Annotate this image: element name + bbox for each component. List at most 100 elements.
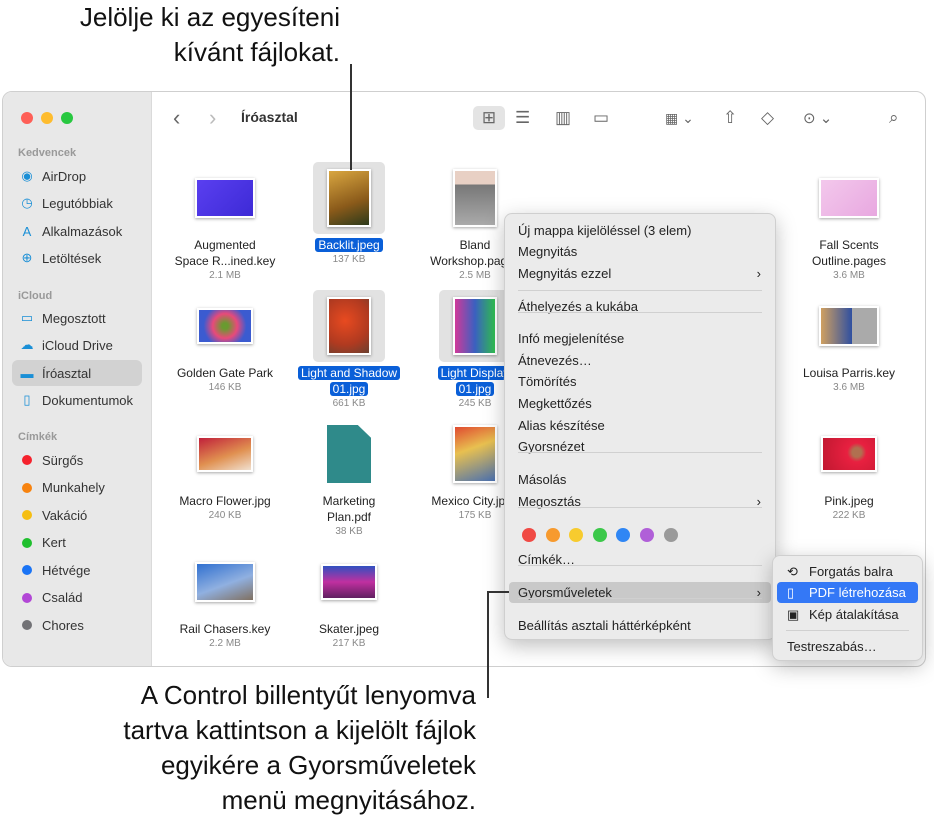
tag-color-button[interactable]	[640, 528, 654, 542]
context-menu-item[interactable]: Alias készítése	[509, 415, 771, 436]
menu-separator	[786, 630, 909, 631]
sidebar-item-downloads[interactable]: ⊕ Letöltések	[12, 245, 142, 271]
tag-color-dot-icon	[22, 592, 32, 603]
context-menu-item[interactable]: Infó megjelenítése	[509, 328, 771, 349]
file-item[interactable]: Marketing Plan.pdfMarketingPlan.pdf 38 K…	[289, 418, 409, 538]
sidebar-item-documents[interactable]: ▯ Dokumentumok	[12, 387, 142, 413]
quick-actions-submenu: ⟲ Forgatás balra ▯ PDF létrehozása ▣ Kép átal…	[772, 555, 923, 661]
tag-color-button[interactable]	[522, 528, 536, 542]
share-icon[interactable]: ⇧	[723, 106, 737, 130]
menu-item-label: Átnevezés…	[518, 353, 592, 368]
forward-icon[interactable]: ›	[209, 105, 216, 130]
callout-line	[487, 591, 509, 593]
minimize-button[interactable]	[41, 112, 53, 124]
context-menu-item[interactable]: Áthelyezés a kukába	[509, 296, 771, 317]
file-item[interactable]: Pink.jpegPink.jpeg 222 KB	[789, 418, 909, 538]
sidebar-tag-item[interactable]: Család	[12, 585, 142, 611]
sidebar-tag-item[interactable]: Munkahely	[12, 475, 142, 501]
sidebar-item-label: Chores	[42, 617, 84, 633]
menu-item-label: Másolás	[518, 472, 567, 487]
sidebar-tag-item[interactable]: Sürgős	[12, 447, 142, 473]
chevron-right-icon: ›	[756, 585, 761, 600]
file-name: Light and Shadow 01.jpgLight and Shadow0…	[289, 365, 409, 397]
sidebar-item-label: Íróasztal	[42, 365, 92, 381]
tag-color-dot-icon	[22, 455, 32, 465]
gallery-view-icon[interactable]: ▭	[593, 106, 609, 130]
file-item[interactable]: Skater.jpegSkater.jpeg 217 KB	[289, 546, 409, 666]
file-name: Louisa Parris.keyLouisa Parris.key	[802, 366, 896, 380]
file-item[interactable]: Macro Flower.jpgMacro Flower.jpg 240 KB	[165, 418, 285, 538]
window-title: Íróasztal	[241, 109, 298, 125]
context-menu-item[interactable]: Tömörítés	[509, 371, 771, 392]
context-menu-item[interactable]: Másolás	[509, 469, 771, 490]
tag-icon[interactable]: ◇	[761, 106, 774, 130]
sidebar-tag-item[interactable]: Chores	[12, 612, 142, 638]
thumbnail-image	[195, 562, 255, 602]
sidebar-item-desktop[interactable]: ▬ Íróasztal	[12, 360, 142, 386]
sidebar-item-airdrop[interactable]: ◉ AirDrop	[12, 163, 142, 189]
sidebar-item-label: iCloud Drive	[42, 337, 113, 353]
close-button[interactable]	[21, 112, 33, 124]
file-item[interactable]: Rail Chasers.keyRail Chasers.key 2.2 MB	[165, 546, 285, 666]
file-item[interactable]: Fall Scents Outline.pagesFall ScentsOutl…	[789, 162, 909, 282]
search-icon[interactable]: ⌕	[889, 106, 899, 130]
menu-separator	[518, 507, 762, 508]
file-name: Pink.jpegPink.jpeg	[824, 494, 874, 508]
sidebar-item-shared[interactable]: ▭ Megosztott	[12, 305, 142, 331]
menu-item-label: Testreszabás…	[787, 639, 877, 654]
quick-action-item[interactable]: ▯ PDF létrehozása	[777, 582, 918, 603]
file-item[interactable]: Louisa Parris.keyLouisa Parris.key 3.6 M…	[789, 290, 909, 410]
more-icon[interactable]: ⊙ ⌄	[803, 106, 832, 130]
context-menu-item[interactable]: Gyorsműveletek ›	[509, 582, 771, 603]
context-menu-item[interactable]: Megkettőzés	[509, 393, 771, 414]
menu-item-label: Tömörítés	[518, 374, 577, 389]
sidebar-item-icloud-drive[interactable]: ☁ iCloud Drive	[12, 332, 142, 358]
sidebar-item-label: Dokumentumok	[42, 392, 134, 408]
file-thumbnail	[189, 418, 261, 490]
icon-view-icon[interactable]: ⊞	[473, 106, 505, 130]
tag-color-button[interactable]	[592, 528, 607, 542]
tag-color-button[interactable]	[569, 528, 584, 542]
zoom-button[interactable]	[61, 112, 73, 124]
context-menu-item[interactable]: Átnevezés…	[509, 350, 771, 371]
sidebar-tag-item[interactable]: Hétvége	[12, 557, 142, 583]
context-menu-item[interactable]: Megosztás ›	[509, 491, 771, 512]
sidebar-item-applications[interactable]: A Alkalmazások	[12, 218, 142, 244]
file-item[interactable]: Light and Shadow 01.jpgLight and Shadow0…	[289, 290, 409, 410]
sidebar-item-label: Hétvége	[42, 562, 91, 578]
sidebar-tag-item[interactable]: Kert	[12, 530, 142, 556]
file-item[interactable]: Backlit.jpegBacklit.jpeg 137 KB	[289, 162, 409, 282]
sidebar-item-recents[interactable]: ◷ Legutóbbiak	[12, 190, 142, 216]
thumbnail-image	[453, 425, 497, 483]
thumbnail-image	[195, 178, 255, 218]
list-view-icon[interactable]: ☰	[515, 106, 530, 130]
back-icon[interactable]: ‹	[173, 105, 180, 130]
tag-color-button[interactable]	[545, 528, 560, 542]
context-menu-item[interactable]: Új mappa kijelöléssel (3 elem)	[509, 220, 771, 241]
file-thumbnail	[313, 290, 385, 362]
sidebar-item-label: AirDrop	[42, 168, 87, 184]
convert-image-icon: ▣	[787, 607, 800, 622]
context-menu-item[interactable]: Gyorsnézet	[509, 436, 771, 457]
tag-color-button[interactable]	[663, 528, 678, 542]
quick-action-item[interactable]: ⟲ Forgatás balra	[777, 561, 918, 582]
quick-action-item[interactable]: Testreszabás…	[777, 636, 918, 657]
context-menu-item[interactable]: Beállítás asztali háttérképként	[509, 615, 771, 636]
menu-item-label: Beállítás asztali háttérképként	[518, 618, 691, 633]
rotate-left-icon: ⟲	[787, 564, 798, 579]
tag-color-button[interactable]	[616, 528, 631, 542]
sidebar-item-label: Sürgős	[42, 452, 84, 468]
file-item[interactable]: Golden Gate ParkGolden Gate Park 146 KB	[165, 290, 285, 410]
quick-action-item[interactable]: ▣ Kép átalakítása	[777, 604, 918, 625]
context-menu-item[interactable]: Megnyitás	[509, 241, 771, 262]
menu-separator	[518, 452, 762, 453]
menu-item-label: Kép átalakítása	[809, 607, 899, 622]
column-view-icon[interactable]: ▥	[555, 106, 571, 130]
context-menu-item[interactable]: Megnyitás ezzel ›	[509, 263, 771, 284]
context-menu-item[interactable]: Címkék…	[509, 549, 771, 570]
menu-separator	[518, 290, 762, 291]
chevron-right-icon: ›	[756, 266, 761, 281]
sidebar-tag-item[interactable]: Vakáció	[12, 502, 142, 528]
file-item[interactable]: Augmented Space R...ined.keyAugmentedSpa…	[165, 162, 285, 282]
group-icon[interactable]: ▦ ⌄	[665, 106, 694, 130]
